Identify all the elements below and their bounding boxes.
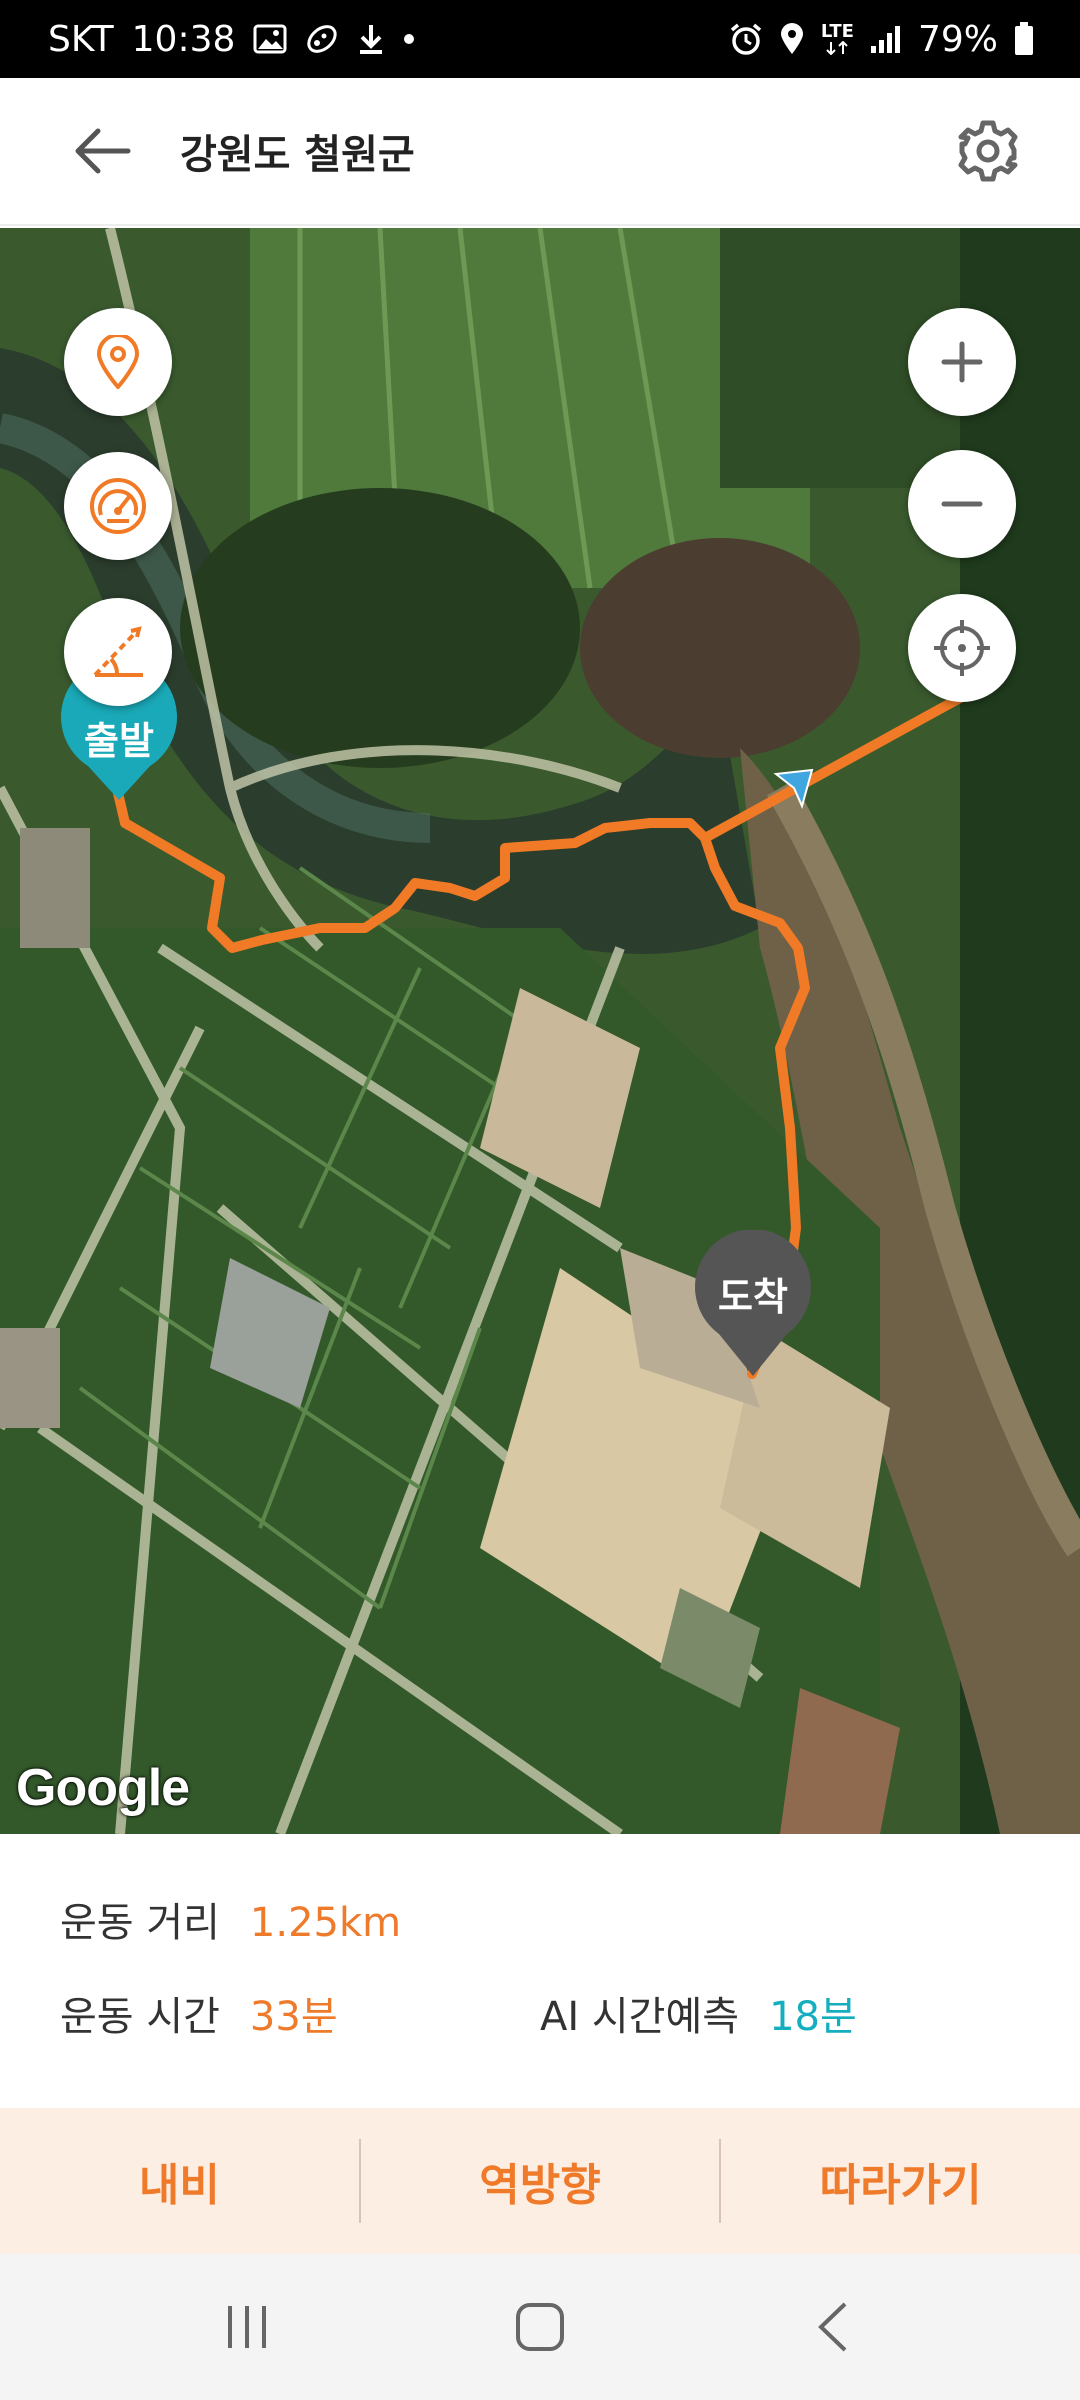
location-icon [779, 22, 805, 56]
location-pin-icon [96, 335, 140, 389]
distance-label: 운동 거리 [60, 1900, 220, 1946]
signal-icon [870, 24, 902, 54]
speed-button[interactable] [64, 452, 172, 560]
back-nav-button[interactable] [773, 2277, 893, 2377]
gear-icon [958, 120, 1018, 182]
download-icon [357, 23, 385, 55]
alarm-icon [729, 22, 763, 56]
app-header: 강원도 철원군 [0, 78, 1080, 226]
status-bar: SKT 10:38 LTE 79% [0, 0, 1080, 78]
ai-estimate-value: 18분 [769, 1994, 857, 2040]
battery-icon [1014, 22, 1034, 56]
time-label: 운동 시간 [60, 1994, 220, 2040]
settings-button[interactable] [952, 115, 1024, 187]
zoom-out-button[interactable] [908, 450, 1016, 558]
action-bar: 내비 역방향 따라가기 [0, 2108, 1080, 2254]
back-icon [818, 2302, 847, 2352]
carrier-label: SKT [48, 18, 114, 60]
direction-arrow-icon [773, 768, 814, 809]
my-location-button[interactable] [908, 594, 1016, 702]
end-marker[interactable]: 도착 [693, 1230, 813, 1378]
distance-value: 1.25km [249, 1900, 402, 1946]
home-button[interactable] [480, 2277, 600, 2377]
recent-apps-button[interactable] [187, 2277, 307, 2377]
time-row: 운동 시간 33분 [60, 1984, 338, 2042]
dot-icon [403, 33, 415, 45]
back-button[interactable] [68, 117, 136, 185]
lte-icon: LTE [821, 23, 854, 55]
battery-percent: 79% [917, 18, 998, 60]
page-title: 강원도 철원군 [180, 132, 415, 178]
crosshair-icon [934, 620, 990, 676]
system-nav-bar [0, 2254, 1080, 2400]
google-logo: Google [16, 1759, 190, 1817]
route-info-sheet: 운동 거리 1.25km 운동 시간 33분 AI 시간예측 18분 [0, 1834, 1080, 2108]
clock: 10:38 [131, 18, 236, 60]
network-label: LTE [820, 21, 854, 42]
recent-apps-icon [227, 2306, 266, 2348]
home-icon [515, 2303, 564, 2351]
ai-estimate-label: AI 시간예측 [540, 1994, 740, 2040]
distance-row: 운동 거리 1.25km [60, 1890, 401, 1948]
zoom-in-button[interactable] [908, 308, 1016, 416]
gallery-icon [253, 24, 287, 54]
follow-button[interactable]: 따라가기 [721, 2108, 1080, 2254]
reverse-button[interactable]: 역방향 [361, 2108, 720, 2254]
activity-icon [305, 22, 339, 56]
arrow-left-icon [75, 128, 131, 174]
navigate-button[interactable]: 내비 [0, 2108, 359, 2254]
ai-estimate-row: AI 시간예측 18분 [540, 1984, 857, 2042]
slope-button[interactable] [64, 598, 172, 706]
speedometer-icon [90, 478, 146, 534]
zoom-out-icon [941, 501, 983, 507]
zoom-in-icon [941, 341, 983, 383]
status-right: LTE 79% [729, 19, 1034, 60]
time-value: 33분 [249, 1994, 338, 2040]
end-marker-label: 도착 [718, 1275, 788, 1319]
route-path [113, 693, 965, 1379]
location-marker-button[interactable] [64, 308, 172, 416]
start-marker-label: 출발 [84, 719, 154, 763]
angle-icon [93, 626, 143, 677]
status-left: SKT 10:38 [48, 19, 415, 60]
map-view[interactable]: 출발 도착 Google [0, 228, 1080, 1834]
